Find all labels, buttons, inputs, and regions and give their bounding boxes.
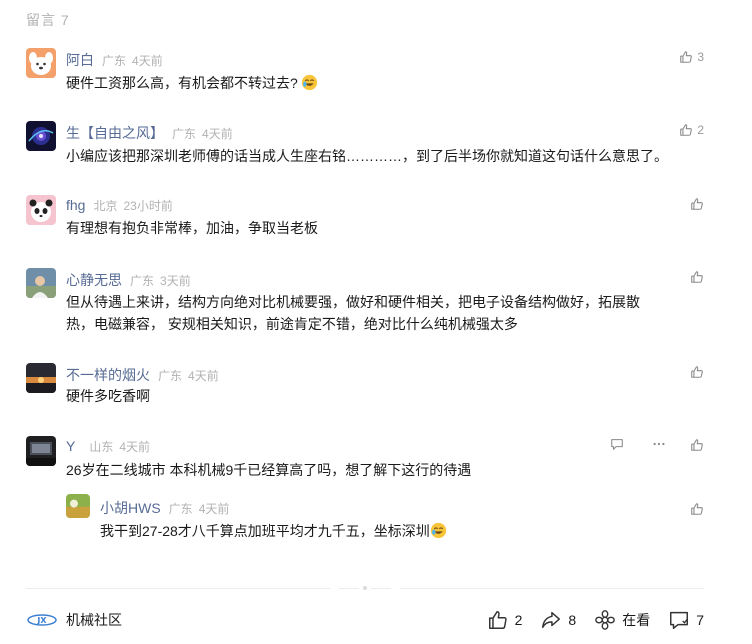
like-button[interactable]	[690, 436, 704, 454]
bottom-bar: JX 机械社区 2 8 在看 7	[26, 606, 704, 634]
laugh-emoji-icon	[301, 74, 317, 91]
comment-text: 硬件多吃香啊	[66, 388, 150, 404]
commenter-name[interactable]: 阿白	[66, 50, 94, 70]
brand-name[interactable]: 机械社区	[66, 610, 122, 630]
comment-text: 小编应该把那深圳老师傅的话当成人生座右铭…………，到了后半场你就知道这句话什么意…	[66, 148, 668, 164]
comment-text: 26岁在二线城市 本科机械9千已经算高了吗，想了解下这行的待遇	[66, 462, 472, 478]
location-label: 广东	[130, 274, 155, 288]
comment-count: 7	[696, 612, 704, 628]
time-label: 23小时前	[123, 199, 173, 213]
comment-text-line: 热，电磁兼容， 安规相关知识，前途肯定不错，绝对比什么纯机械强太多	[66, 316, 518, 332]
reply-button[interactable]	[610, 437, 624, 456]
time-label: 3天前	[160, 274, 191, 288]
commenter-name[interactable]: 心静无思	[66, 270, 122, 290]
commenter-name[interactable]: fhg	[66, 197, 85, 213]
like-button[interactable]	[690, 268, 704, 286]
thumbs-up-icon	[680, 124, 693, 136]
location-label: 山东	[89, 440, 114, 454]
comment-text-line: 但从待遇上来讲，结构方向绝对比机械要强，做好和硬件相关，把电子设备结构做好，拓展…	[66, 294, 640, 310]
thumbs-up-icon	[691, 198, 703, 210]
panda-avatar[interactable]	[26, 195, 56, 225]
laugh-emoji-icon	[430, 522, 446, 539]
like-count: 2	[514, 612, 523, 628]
location-label: 广东	[172, 127, 197, 141]
comment-item: 阿白 广东 4天前 硬件工资那么高，有机会都不转过去? 3	[26, 48, 704, 108]
svg-text:JX: JX	[36, 616, 47, 625]
like-button[interactable]	[690, 500, 704, 518]
galaxy-avatar[interactable]	[26, 121, 56, 151]
like-button[interactable]	[690, 195, 704, 213]
more-button[interactable]	[652, 437, 666, 456]
person-avatar[interactable]	[26, 268, 56, 298]
thumbs-up-icon	[488, 611, 507, 629]
sunset-avatar[interactable]	[26, 363, 56, 393]
commenter-name[interactable]: Y	[66, 438, 75, 454]
time-label: 4天前	[202, 127, 233, 141]
location-label: 广东	[158, 369, 183, 383]
like-count: 2	[697, 123, 704, 137]
time-label: 4天前	[198, 502, 230, 516]
like-button[interactable]: 2	[487, 609, 523, 631]
comment-item: 生【自由之风】 广东 4天前 小编应该把那深圳老师傅的话当成人生座右铭…………，到了…	[26, 121, 704, 181]
comment-item: fhg 北京 23小时前 有理想有抱负非常棒，加油，争取当老板	[26, 195, 704, 255]
reply-text: 我干到27-28才八千算点加班平均才九千五，坐标深圳	[100, 520, 447, 543]
thumbs-up-icon	[680, 51, 693, 63]
comment-item: 心静无思 广东 3天前 但从待遇上来讲，结构方向绝对比机械要强，做好和硬件相关，把电…	[26, 268, 704, 340]
comment-button[interactable]: 7	[668, 609, 704, 631]
time-label: 4天前	[119, 440, 151, 454]
window-avatar[interactable]	[26, 436, 56, 466]
thumbs-up-icon	[691, 271, 703, 283]
commenter-name[interactable]: 不一样的烟火	[66, 365, 150, 385]
share-arrow-icon	[542, 611, 561, 629]
thumbs-up-icon	[691, 439, 703, 451]
dog-avatar[interactable]	[26, 48, 56, 78]
time-label: 4天前	[188, 369, 219, 383]
thumbs-up-icon	[691, 366, 703, 378]
share-button[interactable]: 8	[540, 609, 576, 631]
location-label: 广东	[168, 502, 193, 516]
like-button[interactable]	[690, 363, 704, 381]
watching-label: 在看	[622, 612, 651, 628]
more-dots-icon	[653, 442, 665, 446]
like-button[interactable]: 2	[679, 121, 704, 139]
comment-text: 有理想有抱负非常棒，加油，争取当老板	[66, 220, 318, 236]
location-label: 北京	[93, 199, 118, 213]
reply-bubble-icon	[611, 439, 623, 450]
comment-bubble-icon	[670, 611, 689, 629]
commenter-name[interactable]: 生【自由之风】	[66, 123, 164, 143]
share-count: 8	[568, 612, 577, 628]
comment-text: 硬件工资那么高，有机会都不转过去?	[66, 72, 318, 95]
commenter-name[interactable]: 小胡HWS	[100, 498, 161, 518]
brand-logo-icon[interactable]: JX	[26, 612, 58, 628]
watching-button[interactable]: 在看	[594, 609, 650, 631]
like-count: 3	[697, 50, 704, 64]
end-marker	[330, 583, 400, 593]
comment-item: 不一样的烟火 广东 4天前 硬件多吃香啊	[26, 363, 704, 413]
time-label: 4天前	[132, 54, 163, 68]
thumbs-up-icon	[691, 503, 703, 515]
comment-item: Y 山东 4天前 26岁在二线城市 本科机械9千已经算高了吗，想了解下这行的待遇	[26, 436, 704, 490]
landscape-avatar[interactable]	[66, 494, 90, 518]
flower-icon	[595, 610, 616, 630]
location-label: 广东	[102, 54, 127, 68]
reply-item: 小胡HWS 广东 4天前 我干到27-28才八千算点加班平均才九千五，坐标深圳	[66, 494, 704, 550]
like-button[interactable]: 3	[679, 48, 704, 66]
comments-header: 留言 7	[26, 12, 70, 28]
